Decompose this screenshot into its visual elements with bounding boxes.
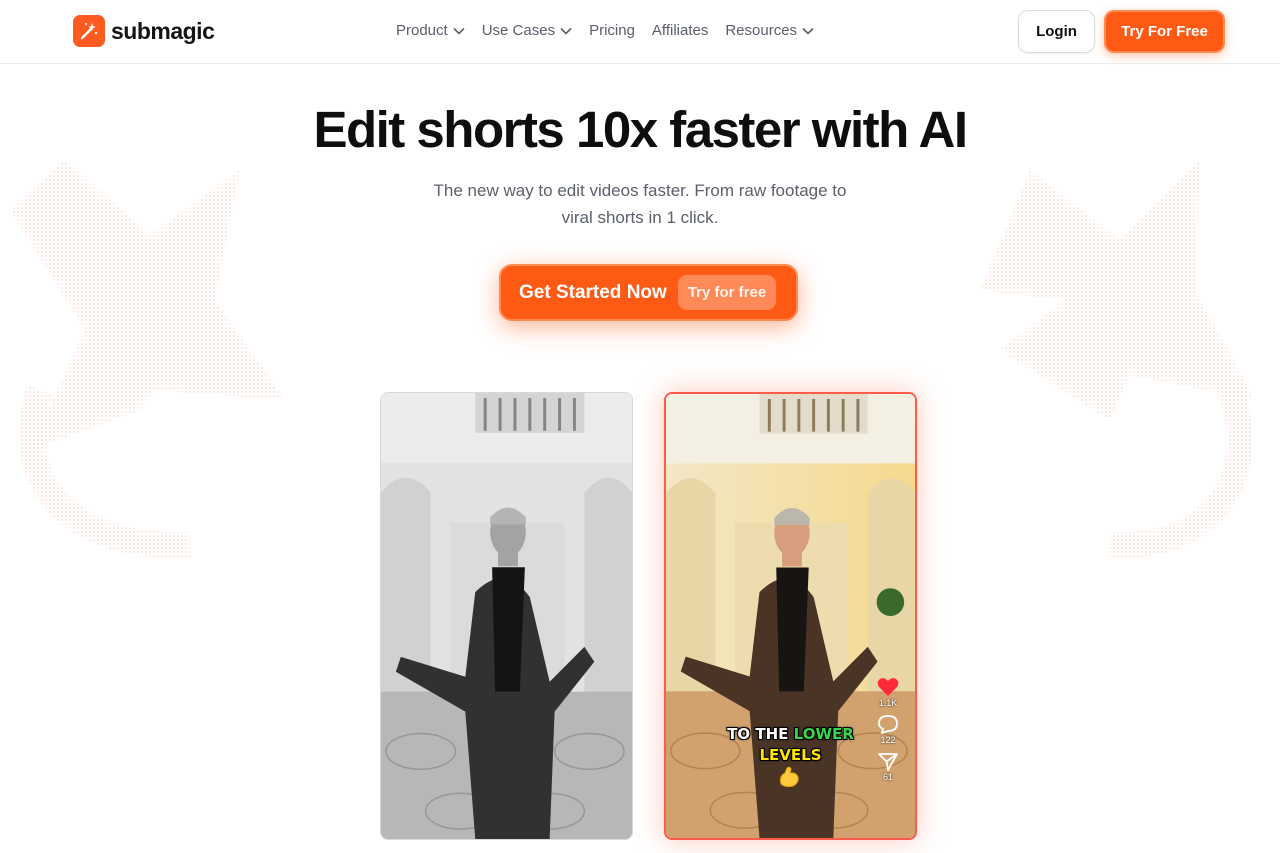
- video-frame-image: [381, 393, 632, 839]
- nav-label: Resources: [725, 22, 798, 39]
- try-for-free-button[interactable]: Try For Free: [1104, 10, 1225, 53]
- try-for-free-pill: Try for free: [677, 275, 777, 310]
- get-started-button[interactable]: Get Started Now Try for free: [499, 264, 798, 321]
- heart-icon[interactable]: [877, 677, 899, 697]
- brand-name: submagic: [111, 17, 215, 44]
- nav-label: Use Cases: [481, 22, 556, 39]
- comments-count: 122: [880, 735, 896, 745]
- main-nav: Product Use Cases Pricing Affiliates Res…: [396, 22, 831, 39]
- chevron-down-icon: [453, 27, 465, 35]
- hero-subtitle-line1: The new way to edit videos faster. From …: [433, 181, 847, 200]
- share-icon[interactable]: [878, 752, 898, 771]
- nav-item-product[interactable]: Product: [396, 22, 465, 39]
- social-action-bar: 1.1K 122 61: [875, 677, 901, 789]
- chevron-down-icon: [802, 27, 814, 35]
- decorative-star-left: [10, 160, 285, 559]
- decorative-star-right: [980, 160, 1255, 559]
- hero-subtitle-line2: viral shorts in 1 click.: [561, 208, 719, 227]
- nav-item-resources[interactable]: Resources: [725, 22, 814, 39]
- nav-label: Product: [396, 22, 448, 39]
- login-button[interactable]: Login: [1018, 10, 1095, 53]
- flexed-arm-emoji: [780, 766, 799, 788]
- likes-count: 1.1K: [878, 698, 898, 708]
- site-header: submagic Product Use Cases Pricing Affil…: [0, 0, 1280, 64]
- shares-count: 61: [882, 772, 893, 782]
- caption-word-highlight: LOWER: [793, 725, 854, 743]
- nav-item-pricing[interactable]: Pricing: [589, 22, 635, 39]
- brand-logo[interactable]: submagic: [73, 15, 215, 47]
- nav-item-affiliates[interactable]: Affiliates: [652, 22, 708, 39]
- nav-label: Affiliates: [651, 22, 709, 39]
- cta-label: Get Started Now: [519, 281, 667, 303]
- hero-subtitle: The new way to edit videos faster. From …: [390, 177, 890, 231]
- nav-label: Pricing: [589, 22, 635, 39]
- magic-wand-icon: [73, 15, 105, 47]
- chevron-down-icon: [560, 27, 572, 35]
- before-video-preview[interactable]: [380, 392, 633, 840]
- after-video-preview[interactable]: TO THE LOWER LEVELS 1.1K 122 61: [664, 392, 917, 840]
- nav-item-use-cases[interactable]: Use Cases: [482, 22, 572, 39]
- comment-icon[interactable]: [878, 715, 898, 734]
- caption-word-highlight: LEVELS: [759, 746, 822, 764]
- hero-title: Edit shorts 10x faster with AI: [313, 101, 968, 158]
- caption-word: TO THE: [727, 725, 789, 743]
